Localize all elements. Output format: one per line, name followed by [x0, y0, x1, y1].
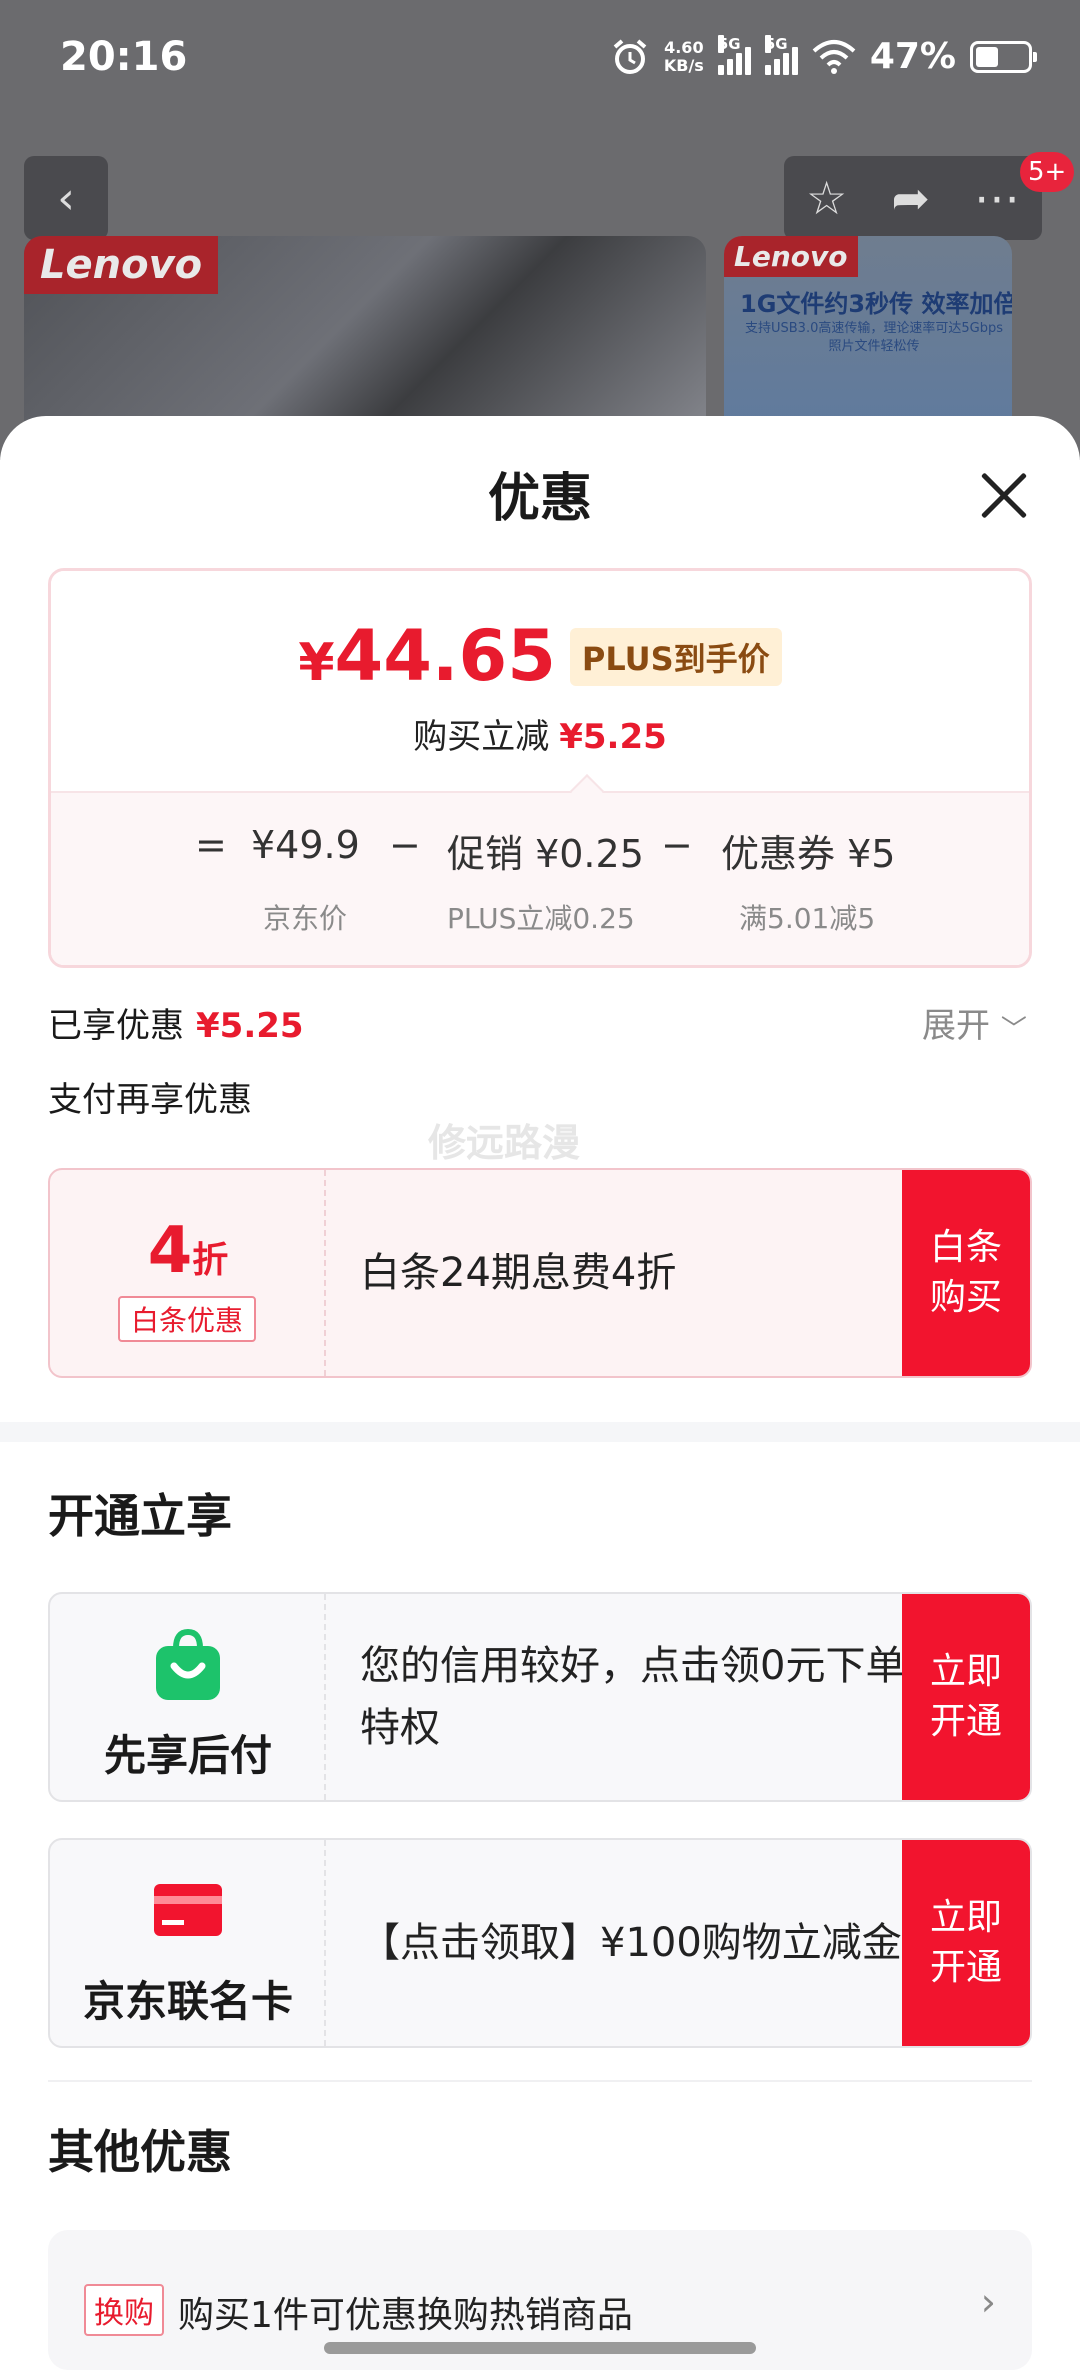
image-subtitle: 支持USB3.0高速传输，理论速率可达5Gbps 照片文件轻松传	[745, 321, 1003, 354]
price-formula: = ¥49.9 − 促销 ¥0.25 − 优惠券 ¥5 京东价 PLUS立减0.…	[51, 791, 1029, 965]
open-now-button[interactable]: 立即 开通	[902, 1594, 1030, 1800]
promo-amount: 促销 ¥0.25	[447, 832, 644, 876]
close-icon[interactable]	[970, 460, 1040, 530]
background-page: 20:16 4.60 KB/s 5G 5G 47% ‹ ☆ ➦ ⋯ 5+ Len…	[0, 0, 1080, 460]
status-bar: 20:16 4.60 KB/s 5G 5G 47%	[0, 0, 1080, 118]
sheet-title: 优惠	[487, 469, 592, 529]
formula-minus: −	[389, 823, 421, 867]
chevron-down-icon: ﹀	[1000, 1015, 1027, 1045]
chevron-right-icon: ›	[980, 2280, 996, 2324]
alarm-icon	[613, 38, 647, 74]
battery-percent: 47%	[869, 36, 956, 77]
open-offer-card[interactable]: 京东联名卡 【点击领取】¥100购物立减金 立即 开通	[48, 1838, 1032, 2048]
plus-price-tag: PLUS到手价	[569, 628, 782, 686]
open-item-label: 京东联名卡	[82, 1977, 293, 2026]
brand-logo: Lenovo	[724, 236, 858, 277]
baitiao-offer-card[interactable]: 4折 白条优惠 白条24期息费4折 白条 购买	[48, 1168, 1032, 1378]
net-speed: 4.60 KB/s	[663, 37, 704, 75]
message-badge: 5+	[1020, 152, 1075, 192]
signal-icon: 5G	[764, 34, 798, 75]
base-price-caption: 京东价	[263, 902, 348, 935]
discount-value: 4折	[147, 1214, 229, 1288]
section-divider	[0, 1422, 1080, 1442]
image-title: 1G文件约3秒传 效率加倍	[740, 290, 1012, 318]
open-offer-card[interactable]: 先享后付 您的信用较好，点击领0元下单特权 立即 开通	[48, 1592, 1032, 1802]
promo-caption: PLUS立减0.25	[447, 902, 635, 935]
chevron-left-icon: ‹	[57, 172, 75, 224]
status-time: 20:16	[60, 34, 188, 80]
coupon-caption: 满5.01减5	[739, 902, 876, 935]
open-item-label: 先享后付	[103, 1731, 272, 1780]
share-icon[interactable]: ➦	[891, 171, 930, 225]
star-icon[interactable]: ☆	[806, 171, 847, 225]
wifi-icon	[812, 39, 856, 74]
top-actions: ☆ ➦ ⋯	[784, 156, 1042, 240]
shopping-bag-icon	[156, 1628, 220, 1700]
base-price: ¥49.9	[251, 823, 360, 867]
formula-equals: =	[195, 823, 227, 867]
open-section-title: 开通立享	[48, 1489, 232, 1543]
signal-icon: 5G	[717, 34, 751, 75]
divider	[48, 2080, 1032, 2082]
watermark: 修远路漫	[428, 1121, 581, 1165]
formula-minus: −	[661, 823, 693, 867]
battery-icon	[970, 40, 1037, 73]
offer-description: 【点击领取】¥100购物立减金	[360, 1920, 902, 1966]
other-section-title: 其他优惠	[48, 2125, 232, 2179]
more-icon[interactable]: ⋯	[974, 171, 1020, 225]
coupon-amount: 优惠券 ¥5	[721, 832, 896, 876]
expand-toggle[interactable]: 展开 ﹀	[922, 998, 1027, 1047]
offer-description: 您的信用较好，点击领0元下单特权	[360, 1643, 906, 1751]
price-summary-card: ¥44.65 PLUS到手价 购买立减 ¥5.25 = ¥49.9 − 促销 ¥0…	[48, 568, 1032, 968]
baitiao-tag: 白条优惠	[118, 1296, 256, 1342]
enjoyed-discount: 已享优惠 ¥5.25	[48, 1006, 304, 1046]
offer-description: 白条24期息费4折	[360, 1250, 677, 1296]
pay-more-label: 支付再享优惠	[48, 1080, 252, 1120]
status-icons: 4.60 KB/s 5G 5G 47%	[610, 34, 1037, 77]
credit-card-icon	[154, 1884, 222, 1936]
final-price: ¥44.65	[298, 615, 556, 697]
swap-tag: 换购	[84, 2284, 164, 2336]
discount-sheet: 优惠 ¥44.65 PLUS到手价 购买立减 ¥5.25 = ¥49.9 − 促销…	[0, 416, 1080, 2376]
reduce-line: 购买立减 ¥5.25	[413, 717, 667, 757]
brand-logo: Lenovo	[24, 236, 219, 294]
home-indicator[interactable]	[324, 2342, 756, 2354]
open-now-button[interactable]: 立即 开通	[902, 1840, 1030, 2046]
baitiao-buy-button[interactable]: 白条 购买	[902, 1170, 1030, 1376]
back-button[interactable]: ‹	[24, 156, 108, 240]
other-offer-text: 购买1件可优惠换购热销商品	[178, 2295, 633, 2336]
